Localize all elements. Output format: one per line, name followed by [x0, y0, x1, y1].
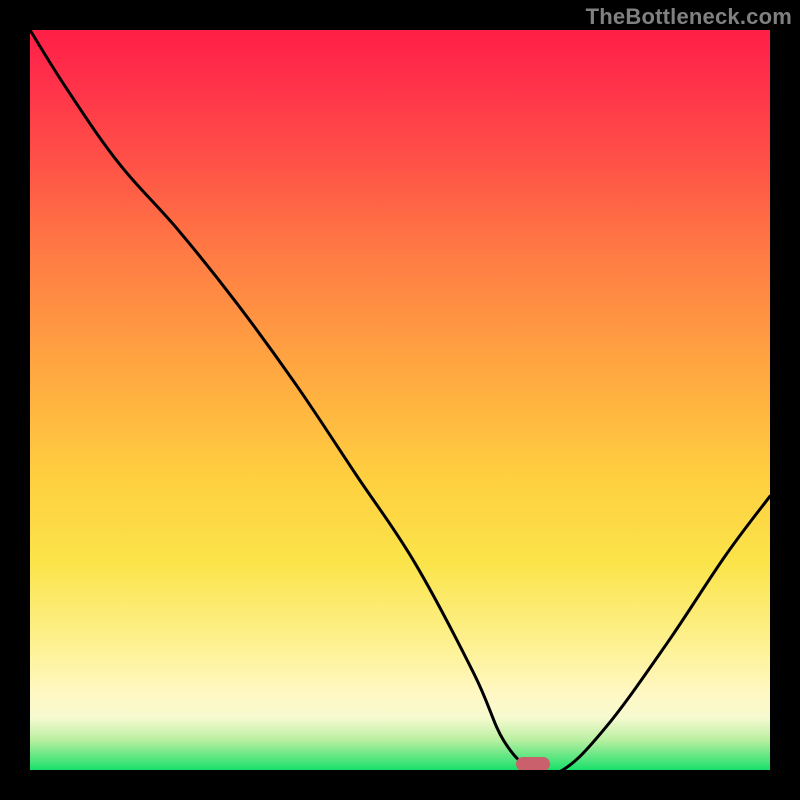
- bottleneck-curve-path: [30, 30, 770, 770]
- chart-root: TheBottleneck.com: [0, 0, 800, 800]
- watermark-text: TheBottleneck.com: [586, 4, 792, 30]
- plot-area: [30, 30, 770, 770]
- optimal-marker: [516, 757, 550, 770]
- line-series-svg: [30, 30, 770, 770]
